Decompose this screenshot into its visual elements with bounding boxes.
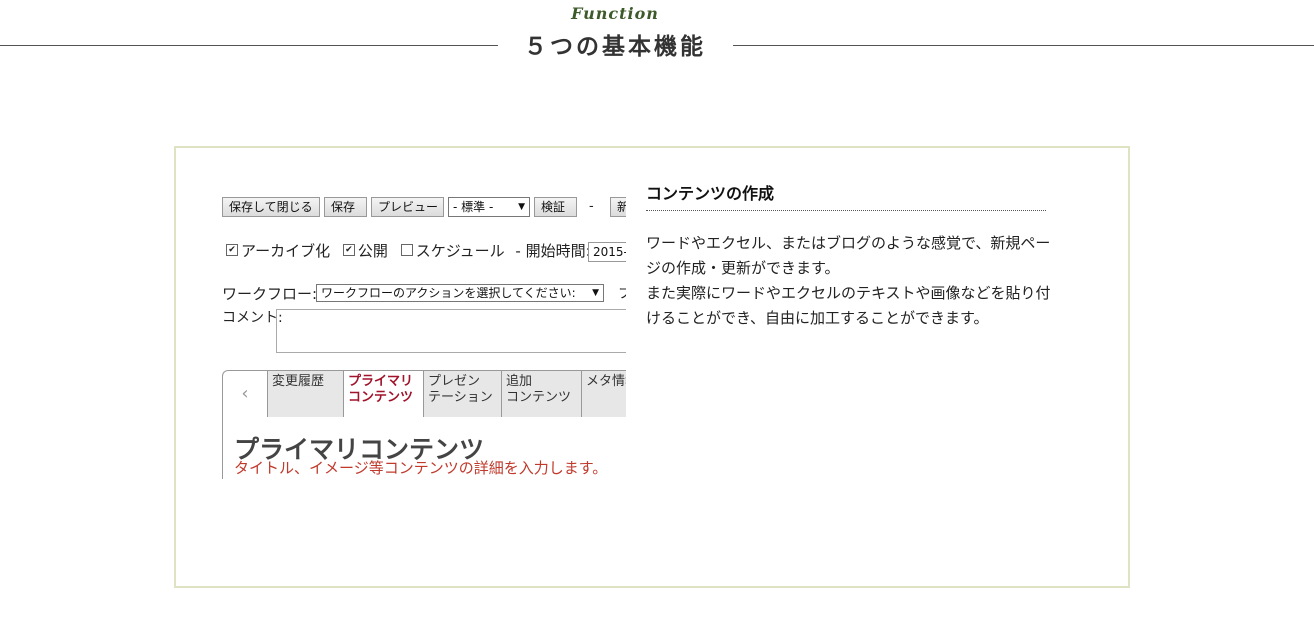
- tab-additional-label-2: コンテンツ: [506, 390, 572, 405]
- chevron-down-icon: ▼: [592, 288, 599, 298]
- tab-primary-label-1: プライマリ: [348, 374, 414, 389]
- tab-history[interactable]: 変更履歴: [267, 371, 343, 417]
- primary-content-desc: タイトル、イメージ等コンテンツの詳細を入力します。: [234, 459, 608, 477]
- tab-primary-content[interactable]: プライマリ コンテンツ: [343, 371, 423, 417]
- template-select-value: - 標準 -: [453, 200, 494, 214]
- publish-options: ✔ アーカイブ化 ✔ 公開 スケジュール - 開始時間:: [226, 240, 591, 261]
- schedule-checkbox[interactable]: [400, 243, 413, 256]
- archive-checkbox[interactable]: ✔: [226, 243, 238, 256]
- feature-desc-line: ワードやエクセル、またはブログのような感覚で、新規ページの作成・更新ができます。: [646, 234, 1051, 277]
- chevron-down-icon: ▼: [518, 202, 525, 212]
- tab-presentation-label-2: テーション: [428, 390, 493, 405]
- template-select[interactable]: - 標準 - ▼: [448, 197, 530, 217]
- header-rule-right: [733, 45, 1314, 46]
- toolbar-separator: -: [589, 199, 594, 214]
- workflow-select-value: ワークフローのアクションを選択してください:: [321, 286, 576, 300]
- new-button[interactable]: 新: [610, 197, 626, 217]
- tab-meta[interactable]: メタ情報: [581, 371, 626, 417]
- comment-label: コメント:: [222, 310, 283, 326]
- tab-primary-label-2: コンテンツ: [348, 390, 414, 405]
- header-rule-left: [0, 45, 498, 46]
- publish-checkbox[interactable]: ✔: [342, 243, 355, 256]
- workflow-trailing: フ: [618, 287, 626, 302]
- archive-label: アーカイブ化: [241, 242, 331, 260]
- workflow-select[interactable]: ワークフローのアクションを選択してください: ▼: [316, 284, 604, 302]
- editor-screenshot: 保存して閉じる 保存 プレビュー - 標準 - ▼ 検証 - 新 ✔ アーカイブ化…: [222, 185, 626, 479]
- section-subtitle: Function: [571, 4, 659, 23]
- publish-label: 公開: [357, 242, 388, 260]
- tab-history-label: 変更履歴: [272, 374, 325, 389]
- tab-presentation-label-1: プレゼン: [428, 374, 481, 389]
- save-close-button[interactable]: 保存して閉じる: [222, 197, 320, 217]
- tab-additional-label-1: 追加: [506, 374, 533, 389]
- preview-button[interactable]: プレビュー: [371, 197, 444, 217]
- start-time-label: - 開始時間:: [515, 242, 591, 260]
- content-tabs: ‹ 変更履歴 プライマリ コンテンツ プレゼン テーション 追加 コンテンツ メ…: [222, 370, 626, 418]
- schedule-label: スケジュール: [415, 242, 505, 260]
- feature-panel: 保存して閉じる 保存 プレビュー - 標準 - ▼ 検証 - 新 ✔ アーカイブ化…: [174, 146, 1130, 588]
- comment-textarea[interactable]: [276, 309, 626, 353]
- tab-presentation[interactable]: プレゼン テーション: [423, 371, 501, 417]
- tab-meta-label: メタ情報: [586, 374, 626, 389]
- tab-panel-border: [222, 416, 223, 479]
- feature-description: ワードやエクセル、またはブログのような感覚で、新規ページの作成・更新ができます。…: [646, 231, 1052, 331]
- chevron-left-icon[interactable]: ‹: [223, 371, 267, 417]
- workflow-label: ワークフロー:: [222, 285, 318, 303]
- start-time-input[interactable]: 2015-0: [588, 242, 626, 262]
- feature-title: コンテンツの作成: [646, 184, 775, 203]
- validate-button[interactable]: 検証: [534, 197, 577, 217]
- section-title: ５つの基本機能: [500, 27, 730, 61]
- save-button[interactable]: 保存: [324, 197, 367, 217]
- tab-additional-content[interactable]: 追加 コンテンツ: [501, 371, 581, 417]
- feature-desc-line: また実際にワードやエクセルのテキストや画像などを貼り付けることができ、自由に加工…: [646, 284, 1051, 327]
- feature-divider: [646, 210, 1046, 211]
- start-time-value: 2015-0: [593, 245, 626, 259]
